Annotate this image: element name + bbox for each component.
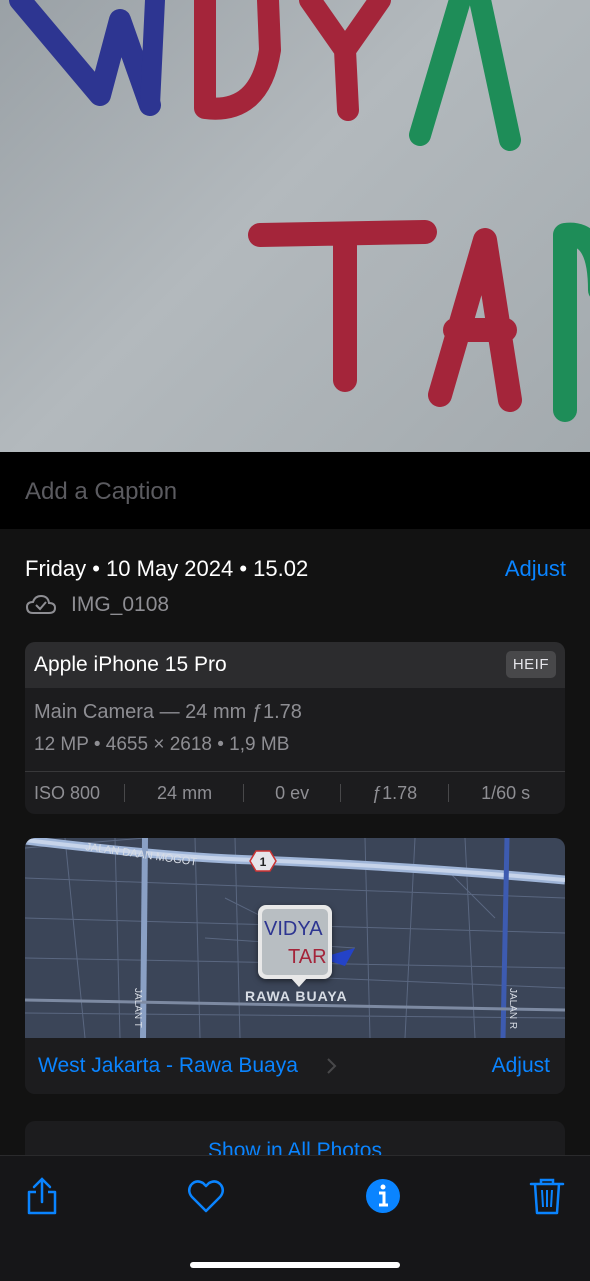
bottom-toolbar <box>0 1155 590 1281</box>
exif-row: ISO 800 24 mm 0 ev ƒ1.78 1/60 s <box>25 772 565 814</box>
exif-aperture: ƒ1.78 <box>372 782 418 803</box>
location-bar: West Jakarta - Rawa Buaya Adjust <box>25 1038 565 1094</box>
exif-focal: 24 mm <box>157 782 213 803</box>
info-icon[interactable] <box>363 1176 403 1216</box>
map-photo-pin[interactable]: VIDYA TAR <box>258 905 332 979</box>
heart-icon[interactable] <box>186 1176 226 1216</box>
exif-ev: 0 ev <box>275 782 310 803</box>
caption-placeholder: Add a Caption <box>25 478 178 505</box>
pin-thumbnail-image: VIDYA TAR <box>264 918 327 968</box>
adjust-date-button[interactable]: Adjust <box>505 556 566 582</box>
exif-iso: ISO 800 <box>34 782 101 803</box>
caption-field[interactable]: Add a Caption <box>0 452 590 529</box>
exif-shutter: 1/60 s <box>481 782 531 803</box>
info-sheet: Friday • 10 May 2024 • 15.02 Adjust IMG_… <box>0 529 590 1181</box>
photo-image <box>9 0 590 422</box>
exif-separator <box>340 784 342 802</box>
chevron-right-icon <box>327 1058 337 1074</box>
location-link[interactable]: West Jakarta - Rawa Buaya <box>38 1054 298 1078</box>
side-road-left: JALAN T <box>132 988 143 1028</box>
photo-date: Friday • 10 May 2024 • 15.02 <box>25 556 309 581</box>
pin-text-1: VIDYA <box>264 918 323 940</box>
file-row: IMG_0108 <box>25 590 169 620</box>
exif-separator <box>243 784 245 802</box>
pin-text-2: TAR <box>288 946 327 968</box>
pin-tail <box>290 977 308 987</box>
road-label: JALAN DAAN MOGOT <box>85 841 198 869</box>
image-specs: 12 MP • 4655 × 2618 • 1,9 MB <box>34 734 290 755</box>
camera-info-card: Apple iPhone 15 Pro HEIF Main Camera — 2… <box>25 642 565 814</box>
format-badge: HEIF <box>505 651 556 678</box>
exif-separator <box>124 784 126 802</box>
pin-thumbnail: VIDYA TAR <box>262 909 328 975</box>
adjust-location-button[interactable]: Adjust <box>492 1054 550 1078</box>
icloud-check-icon <box>25 594 57 614</box>
side-road-right: JALAN R <box>507 988 518 1029</box>
share-icon[interactable] <box>22 1176 62 1216</box>
device-name: Apple iPhone 15 Pro <box>34 653 227 676</box>
exif-separator <box>448 784 450 802</box>
photo-view[interactable] <box>0 0 590 452</box>
location-card: 1 JALAN DAAN MOGOT JALAN T JALAN R VIDYA… <box>25 838 565 1094</box>
trash-icon[interactable] <box>527 1176 567 1216</box>
area-label: RAWA BUAYA <box>245 988 348 1004</box>
home-indicator <box>190 1262 400 1268</box>
route-number: 1 <box>260 855 267 869</box>
file-name: IMG_0108 <box>71 593 170 616</box>
location-map[interactable]: 1 JALAN DAAN MOGOT JALAN T JALAN R VIDYA… <box>25 838 565 1038</box>
camera-header: Apple iPhone 15 Pro HEIF <box>25 642 565 688</box>
lens-info: Main Camera — 24 mm ƒ1.78 <box>34 701 302 723</box>
